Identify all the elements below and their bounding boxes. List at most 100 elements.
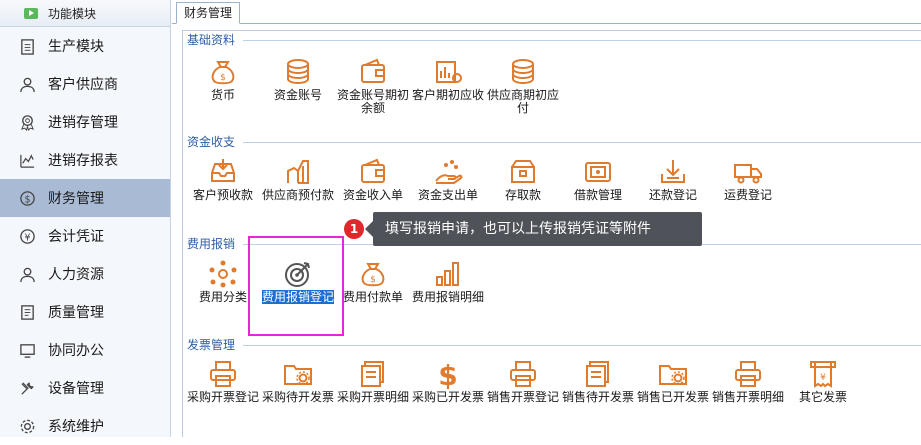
- money-icon: $: [18, 189, 36, 207]
- section-divider: [243, 40, 921, 41]
- monitor-icon: [18, 341, 36, 359]
- tool-basic-4[interactable]: 供应商期初应付: [485, 55, 561, 115]
- sidebar-item-8[interactable]: 协同办公: [0, 331, 170, 369]
- barchart-icon: [431, 55, 465, 89]
- tool-label: 费用付款单: [335, 291, 411, 304]
- tool-label: 供应商预付款: [260, 189, 336, 202]
- sidebar-item-label: 进销存管理: [48, 115, 118, 131]
- docs-icon: [356, 357, 390, 391]
- tool-funds-6[interactable]: 还款登记: [635, 155, 711, 202]
- tool-label-text: 借款管理: [573, 188, 622, 202]
- dollar-icon: $: [431, 357, 465, 391]
- sidebar-item-label: 进销存报表: [48, 153, 118, 169]
- sidebar-item-2[interactable]: 进销存管理: [0, 103, 170, 141]
- tool-label: 运费登记: [710, 189, 786, 202]
- inbox-icon: [206, 155, 240, 189]
- tools-icon: [18, 379, 36, 397]
- tool-funds-4[interactable]: 存取款: [485, 155, 561, 202]
- svg-text:¥: ¥: [24, 232, 30, 243]
- step-badge: 1: [344, 219, 364, 239]
- tool-basic-2[interactable]: 资金账号期初余额: [335, 55, 411, 115]
- barsup-icon: [431, 257, 465, 291]
- tool-funds-7[interactable]: 运费登记: [710, 155, 786, 202]
- sidebar-item-6[interactable]: 人力资源: [0, 255, 170, 293]
- bag-icon: $: [356, 257, 390, 291]
- tool-invoice-2[interactable]: 采购开票明细: [335, 357, 411, 404]
- person-icon: [18, 265, 36, 283]
- tool-label-text: 资金账号: [273, 88, 322, 102]
- sidebar-item-4[interactable]: $ 财务管理: [0, 179, 170, 217]
- sidebar-item-label: 财务管理: [48, 191, 104, 207]
- tool-invoice-8[interactable]: ¥ 其它发票: [785, 357, 861, 404]
- section-divider: [243, 142, 921, 143]
- sidebar-item-label: 人力资源: [48, 267, 104, 283]
- tool-expense-3[interactable]: 费用报销明细: [410, 257, 486, 304]
- tool-invoice-1[interactable]: 采购待开发票: [260, 357, 336, 404]
- sidebar-item-label: 质量管理: [48, 305, 104, 321]
- sidebar-item-label: 会计凭证: [48, 229, 104, 245]
- sidebar-item-5[interactable]: ¥ 会计凭证: [0, 217, 170, 255]
- tool-invoice-3[interactable]: $ 采购已开发票: [410, 357, 486, 404]
- coins-icon: [506, 55, 540, 89]
- tool-funds-1[interactable]: 供应商预付款: [260, 155, 336, 202]
- tool-label: 还款登记: [635, 189, 711, 202]
- tool-label-text: 采购已开发票: [412, 390, 485, 404]
- tool-funds-2[interactable]: 资金收入单: [335, 155, 411, 202]
- box-icon: [506, 155, 540, 189]
- tool-label: 资金账号: [260, 89, 336, 102]
- tool-invoice-4[interactable]: 销售开票登记: [485, 357, 561, 404]
- tool-label-text: 运费登记: [723, 188, 772, 202]
- tool-invoice-6[interactable]: 销售已开发票: [635, 357, 711, 404]
- tool-label-text: 采购开票明细: [337, 390, 410, 404]
- tool-invoice-7[interactable]: 销售开票明细: [710, 357, 786, 404]
- tool-invoice-5[interactable]: 销售待开发票: [560, 357, 636, 404]
- truck-icon: [731, 155, 765, 189]
- tool-funds-5[interactable]: 借款管理: [560, 155, 636, 202]
- document-icon: [18, 303, 36, 321]
- tool-label-text: 客户期初应收: [412, 88, 485, 102]
- tool-label: 销售开票明细: [710, 391, 786, 404]
- tool-label-text: 销售待开发票: [562, 390, 635, 404]
- tool-label-text: 供应商期初应付: [487, 88, 560, 115]
- printer-icon: [506, 357, 540, 391]
- printer-icon: [731, 357, 765, 391]
- tooltip: 填写报销申请，也可以上传报销凭证等附件: [365, 212, 702, 246]
- tool-funds-3[interactable]: 资金支出单: [410, 155, 486, 202]
- coinhand-icon: [431, 155, 465, 189]
- highlight-box: [248, 236, 344, 336]
- sidebar-item-0[interactable]: 生产模块: [0, 27, 170, 65]
- tool-basic-0[interactable]: $ 货币: [185, 55, 261, 102]
- tool-label: 货币: [185, 89, 261, 102]
- sidebar-item-9[interactable]: 设备管理: [0, 369, 170, 407]
- tool-label-text: 供应商预付款: [262, 188, 335, 202]
- sidebar-header: 功能模块: [0, 0, 170, 27]
- docs-icon: [581, 357, 615, 391]
- wallet-icon: [356, 55, 390, 89]
- tool-label-text: 销售开票登记: [487, 390, 560, 404]
- wallet-icon: [356, 155, 390, 189]
- section-title-basic: 基础资料: [187, 33, 236, 47]
- tool-label: 采购开票登记: [185, 391, 261, 404]
- tool-basic-3[interactable]: 客户期初应收: [410, 55, 486, 102]
- tab-finance[interactable]: 财务管理: [176, 2, 241, 24]
- tab-bar: 财务管理: [172, 0, 921, 24]
- tool-funds-0[interactable]: 客户预收款: [185, 155, 261, 202]
- svg-text:¥: ¥: [820, 373, 826, 383]
- tool-label-text: 采购开票登记: [187, 390, 260, 404]
- medal-icon: [18, 113, 36, 131]
- safe-icon: [581, 155, 615, 189]
- sidebar-item-7[interactable]: 质量管理: [0, 293, 170, 331]
- tool-expense-2[interactable]: $ 费用付款单: [335, 257, 411, 304]
- sidebar-item-3[interactable]: 进销存报表: [0, 141, 170, 179]
- sidebar-item-1[interactable]: 客户供应商: [0, 65, 170, 103]
- tool-label: 供应商期初应付: [485, 89, 561, 115]
- tool-label: 销售已开发票: [635, 391, 711, 404]
- tool-label: 客户期初应收: [410, 89, 486, 102]
- tool-basic-1[interactable]: 资金账号: [260, 55, 336, 102]
- download-icon: [656, 155, 690, 189]
- tool-invoice-0[interactable]: 采购开票登记: [185, 357, 261, 404]
- tool-label: 资金支出单: [410, 189, 486, 202]
- section-title-invoice: 发票管理: [187, 338, 236, 352]
- tool-label-text: 存取款: [504, 188, 541, 202]
- sidebar-item-10[interactable]: 系统维护: [0, 407, 170, 445]
